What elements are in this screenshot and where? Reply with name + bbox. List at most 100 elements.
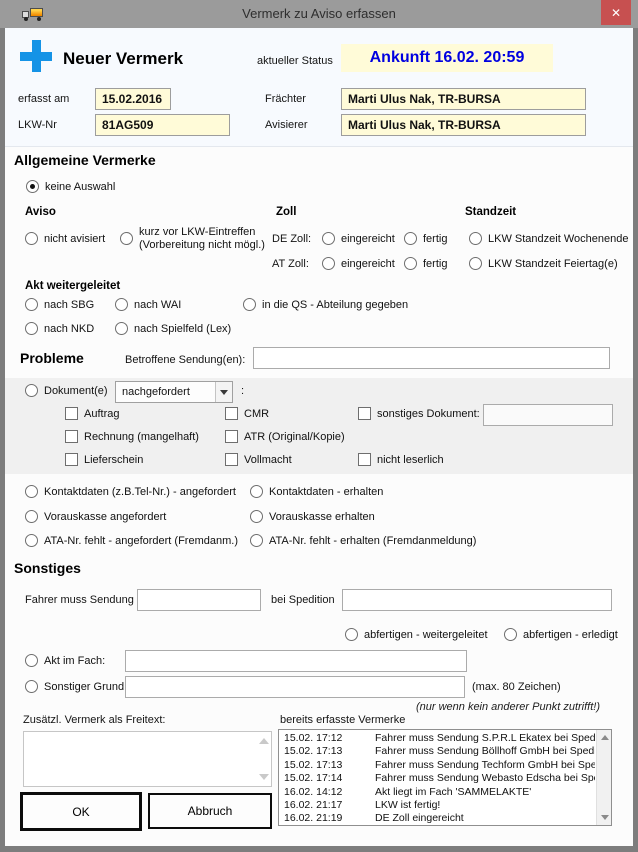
erfasst-am-field[interactable]: 15.02.2016 (95, 88, 171, 110)
radio-dokumente[interactable]: Dokument(e) (25, 384, 108, 397)
scroll-down-icon[interactable] (259, 774, 269, 780)
radio-icon (115, 298, 128, 311)
vermerke-listbox[interactable]: 15.02. 17:12Fahrer muss Sendung S.P.R.L … (278, 729, 612, 826)
radio-icon (25, 384, 38, 397)
checkbox-label: Lieferschein (84, 454, 143, 466)
list-item[interactable]: 16.02. 21:19DE Zoll eingereicht (279, 812, 595, 825)
radio-kontaktdaten-angefordert[interactable]: Kontaktdaten (z.B.Tel-Nr.) - angefordert (25, 485, 236, 498)
radio-nach-sbg[interactable]: nach SBG (25, 298, 94, 311)
entry-time: 15.02. 17:14 (279, 772, 375, 785)
radio-qs-abteilung[interactable]: in die QS - Abteilung gegeben (243, 298, 408, 311)
checkbox-atr[interactable]: ATR (Original/Kopie) (225, 430, 345, 443)
entry-text: Fahrer muss Sendung Böllhoff GmbH bei Sp… (375, 745, 595, 758)
radio-label: eingereicht (341, 233, 395, 245)
list-item[interactable]: 15.02. 17:12Fahrer muss Sendung S.P.R.L … (279, 732, 595, 745)
radio-ata-angefordert[interactable]: ATA-Nr. fehlt - angefordert (Fremdanm.) (25, 534, 238, 547)
entry-text: Fahrer muss Sendung Techform GmbH bei Sp… (375, 759, 595, 772)
fraechter-label: Frächter (265, 93, 306, 105)
radio-icon (250, 485, 263, 498)
radio-nach-wai[interactable]: nach WAI (115, 298, 181, 311)
radio-label: keine Auswahl (45, 181, 115, 193)
radio-de-zoll-eingereicht[interactable]: eingereicht (322, 232, 395, 245)
ok-button[interactable]: OK (20, 792, 142, 831)
erfasst-am-label: erfasst am (18, 93, 69, 105)
radio-label: Dokument(e) (44, 385, 108, 397)
radio-label: Akt im Fach: (44, 655, 105, 667)
fraechter-field[interactable]: Marti Ulus Nak, TR-BURSA (341, 88, 586, 110)
radio-icon (250, 534, 263, 547)
radio-label: Kontaktdaten (z.B.Tel-Nr.) - angefordert (44, 486, 236, 498)
vertical-scrollbar[interactable] (596, 730, 611, 825)
radio-icon (25, 232, 38, 245)
scroll-up-button[interactable] (597, 730, 612, 745)
checkbox-nicht-leserlich[interactable]: nicht leserlich (358, 453, 444, 466)
radio-label: in die QS - Abteilung gegeben (262, 299, 408, 311)
radio-icon (25, 680, 38, 693)
radio-standzeit-wochenende[interactable]: LKW Standzeit Wochenende (469, 232, 628, 245)
radio-nach-nkd[interactable]: nach NKD (25, 322, 94, 335)
radio-label: Vorauskasse erhalten (269, 511, 375, 523)
dialog-window: Vermerk zu Aviso erfassen ✕ Neuer Vermer… (0, 0, 638, 852)
radio-label: ATA-Nr. fehlt - erhalten (Fremdanmeldung… (269, 535, 476, 547)
radio-vorauskasse-angefordert[interactable]: Vorauskasse angefordert (25, 510, 166, 523)
freitext-textarea[interactable] (23, 731, 272, 787)
entry-time: 15.02. 17:12 (279, 732, 375, 745)
dropdown-arrow-button[interactable] (215, 382, 232, 402)
bei-spedition-input[interactable] (342, 589, 612, 611)
radio-at-zoll-eingereicht[interactable]: eingereicht (322, 257, 395, 270)
plus-icon (20, 40, 52, 72)
fahrer-muss-sendung-label: Fahrer muss Sendung (25, 594, 134, 606)
betroffene-sendungen-input[interactable] (253, 347, 610, 369)
list-item[interactable]: 16.02. 14:12Akt liegt im Fach 'SAMMELAKT… (279, 786, 595, 799)
scroll-down-button[interactable] (597, 810, 612, 825)
scroll-up-icon[interactable] (259, 738, 269, 744)
checkbox-auftrag[interactable]: Auftrag (65, 407, 119, 420)
list-item[interactable]: 16.02. 21:17LKW ist fertig! (279, 799, 595, 812)
entry-text: LKW ist fertig! (375, 799, 595, 812)
radio-ata-erhalten[interactable]: ATA-Nr. fehlt - erhalten (Fremdanmeldung… (250, 534, 476, 547)
checkbox-sonstiges-dokument[interactable]: sonstiges Dokument: (358, 407, 480, 420)
entry-text: Fahrer muss Sendung Webasto Edscha bei S… (375, 772, 595, 785)
avisierer-label: Avisierer (265, 119, 308, 131)
akt-im-fach-input[interactable] (125, 650, 467, 672)
entry-time: 15.02. 17:13 (279, 759, 375, 772)
radio-label: kurz vor LKW-Eintreffen (Vorbereitung ni… (139, 226, 265, 251)
checkbox-rechnung[interactable]: Rechnung (mangelhaft) (65, 430, 199, 443)
fahrer-sendung-input[interactable] (137, 589, 261, 611)
checkbox-label: ATR (Original/Kopie) (244, 431, 345, 443)
lkw-nr-field[interactable]: 81AG509 (95, 114, 230, 136)
radio-label: abfertigen - weitergeleitet (364, 629, 488, 641)
checkbox-lieferschein[interactable]: Lieferschein (65, 453, 143, 466)
radio-label: fertig (423, 233, 447, 245)
radio-nach-spielfeld[interactable]: nach Spielfeld (Lex) (115, 322, 231, 335)
checkbox-cmr[interactable]: CMR (225, 407, 269, 420)
radio-at-zoll-fertig[interactable]: fertig (404, 257, 447, 270)
radio-sonstiger-grund[interactable]: Sonstiger Grund: (25, 680, 127, 693)
checkbox-vollmacht[interactable]: Vollmacht (225, 453, 292, 466)
list-item[interactable]: 15.02. 17:13Fahrer muss Sendung Techform… (279, 759, 595, 772)
radio-icon (322, 232, 335, 245)
radio-kurz-vor-eintreffen[interactable]: kurz vor LKW-Eintreffen (Vorbereitung ni… (120, 226, 265, 251)
list-item[interactable]: 15.02. 17:13Fahrer muss Sendung Böllhoff… (279, 745, 595, 758)
sonstiges-dokument-input[interactable] (483, 404, 613, 426)
avisierer-field[interactable]: Marti Ulus Nak, TR-BURSA (341, 114, 586, 136)
radio-de-zoll-fertig[interactable]: fertig (404, 232, 447, 245)
dokument-dropdown[interactable]: nachgefordert (115, 381, 233, 403)
radio-keine-auswahl[interactable]: keine Auswahl (26, 180, 115, 193)
sonstiger-grund-input[interactable] (125, 676, 465, 698)
radio-abfertigen-weitergeleitet[interactable]: abfertigen - weitergeleitet (345, 628, 488, 641)
dropdown-colon: : (241, 385, 244, 397)
abbruch-button[interactable]: Abbruch (148, 793, 272, 829)
list-item[interactable]: 15.02. 17:14Fahrer muss Sendung Webasto … (279, 772, 595, 785)
radio-akt-im-fach[interactable]: Akt im Fach: (25, 654, 105, 667)
radio-vorauskasse-erhalten[interactable]: Vorauskasse erhalten (250, 510, 375, 523)
radio-icon (469, 232, 482, 245)
close-button[interactable]: ✕ (601, 0, 631, 25)
radio-kontaktdaten-erhalten[interactable]: Kontaktdaten - erhalten (250, 485, 383, 498)
lkw-nr-label: LKW-Nr (18, 119, 57, 131)
radio-standzeit-feiertag[interactable]: LKW Standzeit Feiertag(e) (469, 257, 618, 270)
radio-icon (345, 628, 358, 641)
radio-nicht-avisiert[interactable]: nicht avisiert (25, 232, 105, 245)
status-label: aktueller Status (257, 55, 333, 67)
radio-abfertigen-erledigt[interactable]: abfertigen - erledigt (504, 628, 618, 641)
